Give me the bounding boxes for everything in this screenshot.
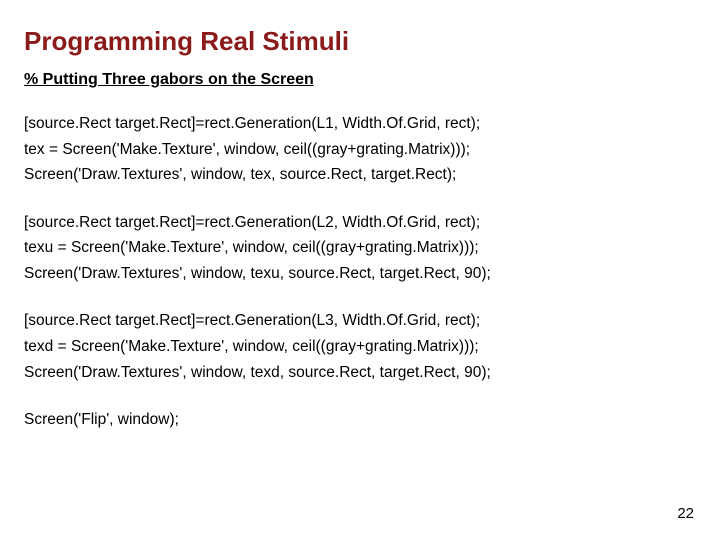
code-block-3: [source.Rect target.Rect]=rect.Generatio… [24,308,696,385]
code-line: tex = Screen('Make.Texture', window, cei… [24,137,696,163]
code-line: texu = Screen('Make.Texture', window, ce… [24,235,696,261]
code-line: texd = Screen('Make.Texture', window, ce… [24,334,696,360]
code-block-1: [source.Rect target.Rect]=rect.Generatio… [24,111,696,188]
code-line: [source.Rect target.Rect]=rect.Generatio… [24,308,696,334]
code-line: Screen('Draw.Textures', window, tex, sou… [24,162,696,188]
slide-title: Programming Real Stimuli [24,26,696,57]
slide: Programming Real Stimuli % Putting Three… [0,0,720,540]
code-block-2: [source.Rect target.Rect]=rect.Generatio… [24,210,696,287]
slide-subhead: % Putting Three gabors on the Screen [24,71,696,89]
code-line: [source.Rect target.Rect]=rect.Generatio… [24,111,696,137]
page-number: 22 [677,505,694,522]
code-line: [source.Rect target.Rect]=rect.Generatio… [24,210,696,236]
code-line: Screen('Draw.Textures', window, texu, so… [24,261,696,287]
code-block-flip: Screen('Flip', window); [24,407,696,433]
code-line: Screen('Flip', window); [24,407,696,433]
code-line: Screen('Draw.Textures', window, texd, so… [24,360,696,386]
